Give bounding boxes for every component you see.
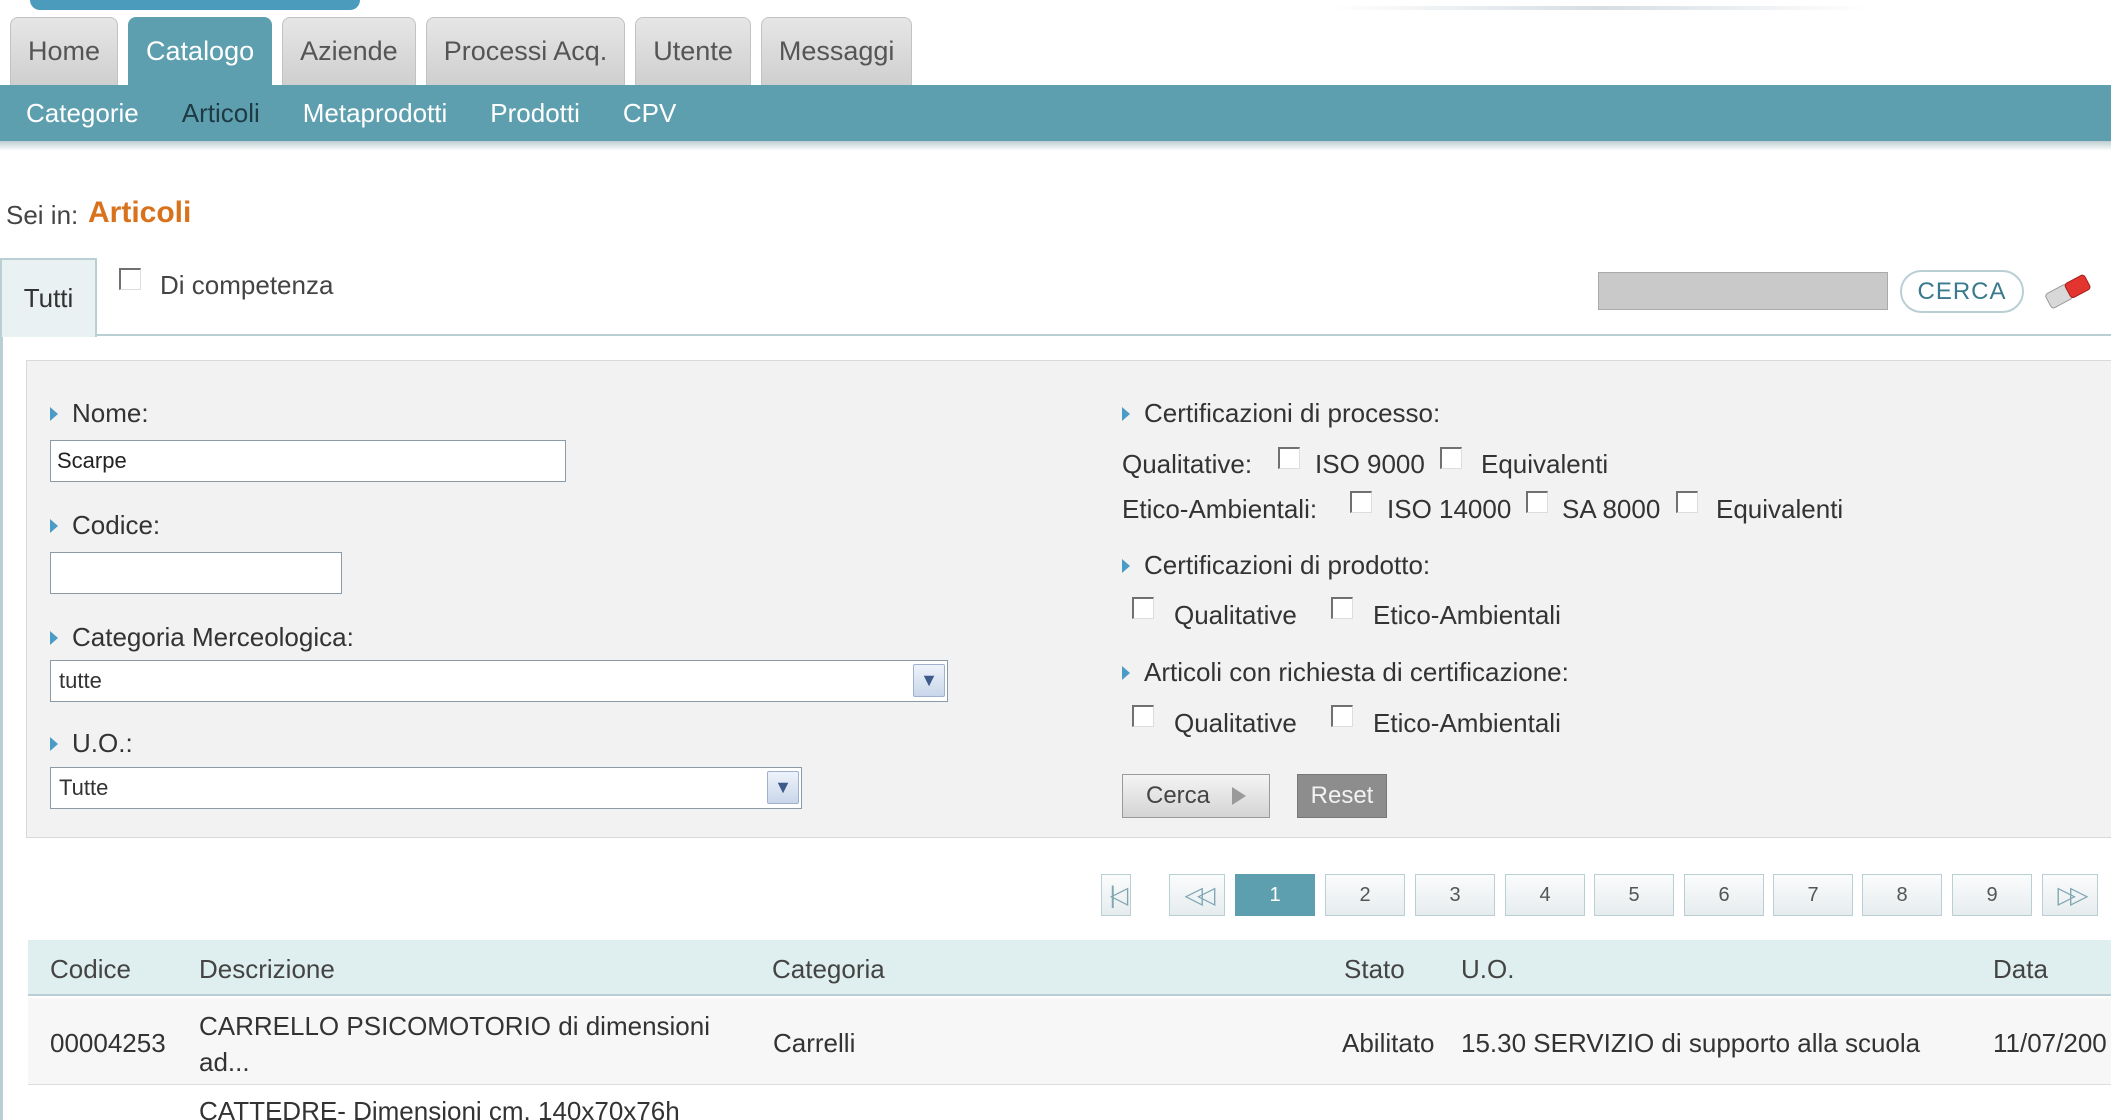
quick-search-input[interactable]	[1598, 272, 1888, 310]
uo-select[interactable]: Tutte ▼	[50, 767, 802, 809]
content-border	[0, 337, 3, 1120]
categoria-label: Categoria Merceologica:	[50, 622, 354, 653]
cerca-button[interactable]: Cerca	[1122, 774, 1270, 818]
sub-nav: Categorie Articoli Metaprodotti Prodotti…	[0, 85, 2111, 141]
etico-ambientali-label: Etico-Ambientali:	[1122, 494, 1318, 524]
tab-messaggi[interactable]: Messaggi	[760, 17, 913, 85]
richiesta-etico-label: Etico-Ambientali	[1373, 708, 1561, 738]
prev-page-icon[interactable]: ◁◁	[1169, 874, 1225, 916]
page-1-button[interactable]: 1	[1235, 874, 1315, 916]
tab-divider	[95, 334, 2111, 336]
qualitative-equivalenti-label: Equivalenti	[1481, 449, 1609, 479]
cell-data: 11/07/200	[1993, 1028, 2107, 1058]
sa8000-checkbox[interactable]	[1526, 491, 1548, 513]
di-competenza-label: Di competenza	[160, 270, 334, 300]
col-codice[interactable]: Codice	[50, 954, 131, 985]
bullet-icon	[50, 630, 58, 645]
bullet-icon	[1122, 665, 1130, 680]
col-stato[interactable]: Stato	[1344, 954, 1405, 985]
cell-categoria: Carrelli	[773, 1028, 856, 1058]
prodotto-qualitative-checkbox[interactable]	[1132, 597, 1154, 619]
cell-stato: Abilitato	[1342, 1028, 1435, 1058]
richiesta-cert-label: Articoli con richiesta di certificazione…	[1122, 657, 1569, 688]
cell-descrizione-cont[interactable]: ad...	[199, 1047, 250, 1078]
page-5-button[interactable]: 5	[1594, 874, 1674, 916]
richiesta-etico-checkbox[interactable]	[1331, 705, 1353, 727]
page-9-button[interactable]: 9	[1952, 874, 2032, 916]
cert-processo-label: Certificazioni di processo:	[1122, 398, 1440, 429]
etico-equivalenti-checkbox[interactable]	[1676, 491, 1698, 513]
uo-select-value: Tutte	[59, 775, 109, 800]
categoria-select[interactable]: tutte ▼	[50, 660, 948, 702]
page-8-button[interactable]: 8	[1862, 874, 1942, 916]
codice-label: Codice:	[50, 510, 160, 541]
subnav-articoli[interactable]: Articoli	[182, 98, 260, 129]
bullet-icon	[50, 406, 58, 421]
col-categoria[interactable]: Categoria	[772, 954, 885, 985]
table-row[interactable]: CATTEDRE- Dimensioni cm. 140x70x76h	[28, 1086, 2111, 1120]
bullet-icon	[50, 736, 58, 751]
etico-equivalenti-label: Equivalenti	[1716, 494, 1844, 524]
prodotto-qualitative-label: Qualitative	[1174, 600, 1297, 630]
page-6-button[interactable]: 6	[1684, 874, 1764, 916]
tab-catalogo[interactable]: Catalogo	[128, 17, 273, 85]
breadcrumb-current: Articoli	[88, 196, 192, 229]
tab-aziende[interactable]: Aziende	[282, 17, 416, 85]
logo-fragment	[30, 0, 360, 10]
page-3-button[interactable]: 3	[1415, 874, 1495, 916]
eraser-icon[interactable]	[2040, 272, 2094, 312]
iso14000-checkbox[interactable]	[1350, 491, 1372, 513]
quick-search-button[interactable]: CERCA	[1900, 270, 2024, 313]
cell-descrizione[interactable]: CATTEDRE- Dimensioni cm. 140x70x76h	[199, 1096, 680, 1120]
subnav-shadow	[0, 141, 2111, 151]
first-page-icon[interactable]: |◁	[1101, 874, 1131, 916]
col-uo[interactable]: U.O.	[1461, 954, 1514, 985]
col-data[interactable]: Data	[1993, 954, 2048, 985]
cell-uo: 15.30 SERVIZIO di supporto alla scuola	[1461, 1028, 1921, 1058]
richiesta-qualitative-label: Qualitative	[1174, 708, 1297, 738]
qualitative-equivalenti-checkbox[interactable]	[1440, 447, 1462, 469]
prodotto-etico-label: Etico-Ambientali	[1373, 600, 1561, 630]
col-descrizione[interactable]: Descrizione	[199, 954, 335, 985]
subnav-metaprodotti[interactable]: Metaprodotti	[303, 98, 448, 129]
bullet-icon	[1122, 558, 1130, 573]
cell-codice: 00004253	[50, 1028, 166, 1058]
tab-home[interactable]: Home	[10, 17, 119, 85]
qualitative-label: Qualitative:	[1122, 449, 1253, 479]
chevron-down-icon[interactable]: ▼	[913, 664, 945, 697]
tab-utente[interactable]: Utente	[635, 17, 751, 85]
cert-prodotto-label: Certificazioni di prodotto:	[1122, 550, 1430, 581]
codice-input[interactable]	[50, 552, 342, 594]
subnav-cpv[interactable]: CPV	[623, 98, 676, 129]
tab-processi-acq[interactable]: Processi Acq.	[425, 17, 626, 85]
sa8000-label: SA 8000	[1562, 494, 1661, 524]
breadcrumb-label: Sei in:	[6, 200, 79, 230]
nome-label: Nome:	[50, 398, 149, 429]
bullet-icon	[1122, 406, 1130, 421]
subnav-categorie[interactable]: Categorie	[26, 98, 139, 129]
iso9000-checkbox[interactable]	[1278, 447, 1300, 469]
page-2-button[interactable]: 2	[1325, 874, 1405, 916]
page-4-button[interactable]: 4	[1505, 874, 1585, 916]
categoria-select-value: tutte	[59, 668, 102, 693]
tab-tutti[interactable]: Tutti	[0, 258, 97, 337]
iso9000-label: ISO 9000	[1315, 449, 1425, 479]
richiesta-qualitative-checkbox[interactable]	[1132, 705, 1154, 727]
header-divider	[1330, 6, 1870, 10]
bullet-icon	[50, 518, 58, 533]
iso14000-label: ISO 14000	[1387, 494, 1512, 524]
page-7-button[interactable]: 7	[1773, 874, 1853, 916]
cell-descrizione[interactable]: CARRELLO PSICOMOTORIO di dimensioni	[199, 1011, 710, 1042]
prodotto-etico-checkbox[interactable]	[1331, 597, 1353, 619]
table-header	[28, 940, 2111, 996]
di-competenza-checkbox[interactable]	[119, 268, 141, 290]
play-arrow-icon	[1232, 787, 1247, 805]
subnav-prodotti[interactable]: Prodotti	[490, 98, 580, 129]
main-tabs: Home Catalogo Aziende Processi Acq. Uten…	[0, 16, 913, 85]
reset-button[interactable]: Reset	[1297, 774, 1387, 818]
uo-label: U.O.:	[50, 728, 133, 759]
next-page-icon[interactable]: ▷▷	[2042, 874, 2098, 916]
chevron-down-icon[interactable]: ▼	[767, 771, 799, 804]
nome-input[interactable]	[50, 440, 566, 482]
